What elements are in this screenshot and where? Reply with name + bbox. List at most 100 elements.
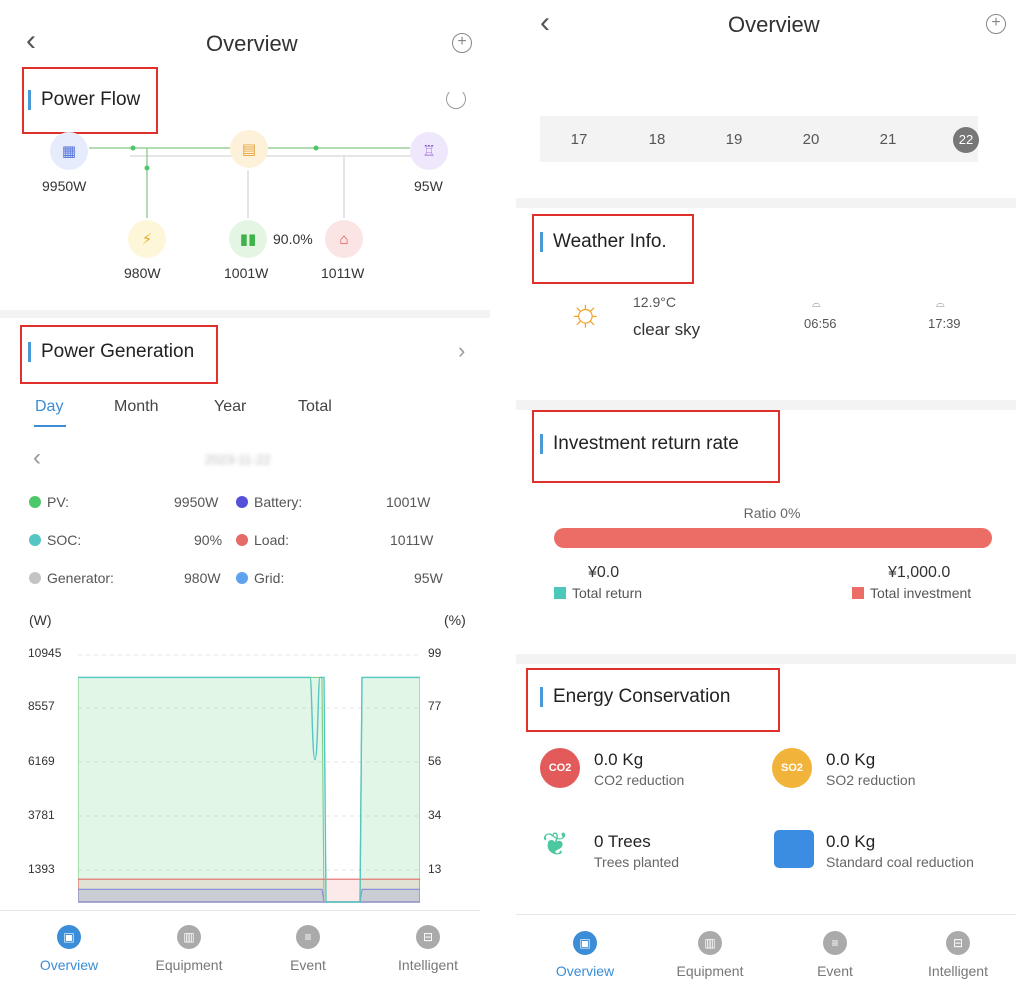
battery-icon[interactable]: ▮▮ bbox=[229, 220, 267, 258]
legend-pv: PV: bbox=[29, 494, 69, 510]
section-divider bbox=[516, 400, 1016, 410]
tab-month[interactable]: Month bbox=[114, 398, 158, 416]
weather-title: Weather Info. bbox=[540, 232, 667, 252]
add-icon[interactable]: + bbox=[452, 33, 472, 53]
y2-tick: 34 bbox=[428, 808, 442, 822]
generator-value: 980W bbox=[124, 265, 161, 281]
add-icon[interactable]: + bbox=[986, 14, 1006, 34]
tab-total[interactable]: Total bbox=[298, 398, 332, 416]
pv-dot-icon bbox=[29, 496, 41, 508]
intelligent-icon: ⊟ bbox=[416, 925, 440, 949]
prev-date-button[interactable]: ‹ bbox=[33, 444, 41, 472]
back-button[interactable]: ‹ bbox=[26, 26, 36, 56]
coal-value: 0.0 Kg bbox=[826, 832, 876, 851]
page-title: Overview bbox=[728, 12, 820, 37]
right-screen: ‹ Overview + 17 18 19 20 21 22 Weather I… bbox=[516, 0, 1016, 982]
grid-dot-icon bbox=[236, 572, 248, 584]
y-tick: 6169 bbox=[28, 754, 55, 768]
solar-panel-icon[interactable]: ▦ bbox=[50, 132, 88, 170]
grid-tower-icon[interactable]: ♖ bbox=[410, 132, 448, 170]
battery-value: 1001W bbox=[224, 265, 269, 281]
sunrise-icon: ⌓ bbox=[812, 298, 821, 310]
trees-value: 0 Trees bbox=[594, 832, 651, 851]
sunrise-time: 06:56 bbox=[804, 316, 837, 331]
y-axis-unit: (W) bbox=[29, 612, 52, 628]
section-divider bbox=[516, 198, 1016, 208]
legend-load-value: 1011W bbox=[390, 532, 434, 548]
legend-soc-value: 90% bbox=[194, 532, 223, 548]
nav-overview[interactable]: ▣ Overview bbox=[535, 931, 635, 979]
legend-generator-value: 980W bbox=[184, 570, 221, 586]
nav-overview[interactable]: ▣ Overview bbox=[19, 925, 119, 973]
y2-tick: 99 bbox=[428, 646, 442, 660]
power-chart[interactable] bbox=[78, 640, 420, 910]
investment-progress-bar bbox=[554, 528, 992, 548]
section-divider bbox=[516, 654, 1016, 664]
trees-label: Trees planted bbox=[594, 854, 680, 870]
tab-year[interactable]: Year bbox=[214, 398, 246, 416]
calendar-day[interactable]: 19 bbox=[719, 131, 749, 148]
nav-event[interactable]: ≡ Event bbox=[258, 925, 358, 973]
tab-day[interactable]: Day bbox=[35, 398, 63, 416]
sun-icon: ☼ bbox=[568, 292, 603, 334]
investment-title: Investment return rate bbox=[540, 434, 739, 454]
generator-icon[interactable]: ⚡ bbox=[128, 220, 166, 258]
y2-tick: 13 bbox=[428, 862, 442, 876]
nav-equipment[interactable]: ▥ Equipment bbox=[139, 925, 239, 973]
chevron-right-icon[interactable]: › bbox=[458, 338, 465, 364]
overview-icon: ▣ bbox=[573, 931, 597, 955]
legend-load: Load: bbox=[236, 532, 289, 548]
load-dot-icon bbox=[236, 534, 248, 546]
so2-icon: SO2 bbox=[772, 748, 812, 788]
legend-generator: Generator: bbox=[29, 570, 114, 586]
legend-pv-value: 9950W bbox=[174, 494, 219, 510]
y2-tick: 56 bbox=[428, 754, 442, 768]
grid-value: 95W bbox=[414, 178, 443, 194]
page-title: Overview bbox=[206, 31, 298, 56]
sunset-time: 17:39 bbox=[928, 316, 961, 331]
return-value: ¥0.0 bbox=[588, 564, 620, 581]
calendar-day-selected[interactable]: 22 bbox=[953, 127, 979, 153]
sunset-icon: ⌓ bbox=[936, 298, 945, 310]
refresh-icon[interactable] bbox=[446, 89, 466, 109]
so2-label: SO2 reduction bbox=[826, 772, 916, 788]
load-value: 1011W bbox=[321, 265, 365, 281]
date-label[interactable]: 2023-11-22 bbox=[205, 452, 271, 467]
left-screen: ‹ Overview + Power Flow ▦ 9950W ▤ ♖ 95W … bbox=[0, 0, 500, 982]
back-button[interactable]: ‹ bbox=[540, 8, 550, 38]
power-flow-title: Power Flow bbox=[28, 90, 140, 110]
inverter-icon[interactable]: ▤ bbox=[230, 130, 268, 168]
power-generation-title: Power Generation bbox=[28, 342, 194, 362]
home-load-icon[interactable]: ⌂ bbox=[325, 220, 363, 258]
nav-event[interactable]: ≡ Event bbox=[785, 931, 885, 979]
event-icon: ≡ bbox=[296, 925, 320, 949]
soc-dot-icon bbox=[29, 534, 41, 546]
y-tick: 1393 bbox=[28, 862, 55, 876]
temperature: 12.9°C bbox=[633, 294, 676, 310]
so2-value: 0.0 Kg bbox=[826, 750, 876, 769]
return-swatch-icon bbox=[554, 587, 566, 599]
nav-equipment[interactable]: ▥ Equipment bbox=[660, 931, 760, 979]
legend-grid-value: 95W bbox=[414, 570, 443, 586]
co2-value: 0.0 Kg bbox=[594, 750, 644, 769]
calendar-day[interactable]: 17 bbox=[564, 131, 594, 148]
co2-icon: CO2 bbox=[540, 748, 580, 788]
y2-tick: 77 bbox=[428, 699, 442, 713]
calendar-day[interactable]: 20 bbox=[796, 131, 826, 148]
legend-grid: Grid: bbox=[236, 570, 284, 586]
nav-intelligent[interactable]: ⊟ Intelligent bbox=[378, 925, 478, 973]
y-tick: 3781 bbox=[28, 808, 55, 822]
calendar-day[interactable]: 18 bbox=[642, 131, 672, 148]
tree-icon: ❦ bbox=[542, 826, 569, 862]
battery-dot-icon bbox=[236, 496, 248, 508]
generator-dot-icon bbox=[29, 572, 41, 584]
calendar-day[interactable]: 21 bbox=[873, 131, 903, 148]
nav-intelligent[interactable]: ⊟ Intelligent bbox=[908, 931, 1008, 979]
event-icon: ≡ bbox=[823, 931, 847, 955]
equipment-icon: ▥ bbox=[698, 931, 722, 955]
ratio-label: Ratio 0% bbox=[743, 505, 801, 521]
section-divider bbox=[0, 310, 490, 318]
invest-value: ¥1,000.0 bbox=[888, 564, 951, 581]
energy-title: Energy Conservation bbox=[540, 687, 730, 707]
battery-series-area bbox=[78, 888, 420, 903]
